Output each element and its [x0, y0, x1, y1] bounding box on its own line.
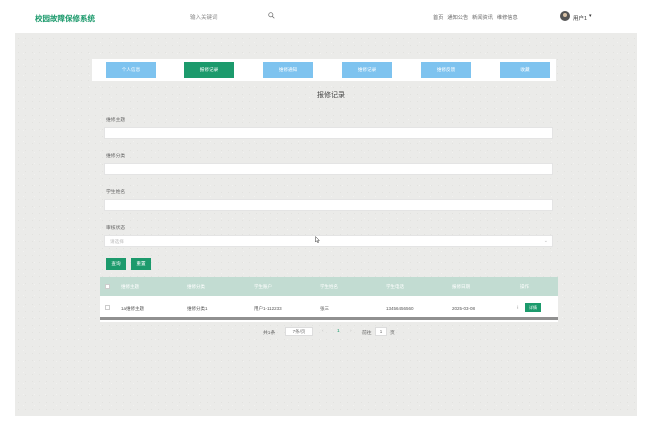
status-select-placeholder: 请选择	[110, 239, 124, 244]
row-checkbox[interactable]	[105, 305, 110, 310]
student-name-label: 学生姓名	[106, 190, 126, 195]
search-input[interactable]: 输入关键词	[190, 13, 218, 21]
select-all-checkbox[interactable]	[105, 284, 110, 289]
page-unit: 页	[390, 331, 395, 336]
brand-title[interactable]: 校园故障保修系统	[35, 13, 95, 24]
detail-button[interactable]: 详情	[525, 303, 541, 312]
cell-date: 2025-03-08	[452, 306, 476, 311]
records-table: 维修主题 维修分类 学生账户 学生姓名 学生电话 报修日期 操作 1a维修主题 …	[100, 277, 558, 322]
header-topic: 维修主题	[121, 284, 139, 289]
current-page[interactable]: 1	[337, 329, 340, 334]
header-name: 学生姓名	[320, 284, 338, 289]
tab-repair-notices[interactable]: 维修通知	[263, 62, 313, 78]
chevron-down-icon: ⌄	[543, 238, 548, 244]
header-date: 报修日期	[452, 284, 470, 289]
search-button[interactable]: 查询	[106, 258, 126, 270]
tab-feedback[interactable]: 维修反馈	[421, 62, 471, 78]
avatar[interactable]	[560, 11, 570, 21]
prev-page-icon[interactable]: ‹	[322, 329, 324, 334]
pagination-total: 共1条	[263, 331, 276, 336]
tab-favorites[interactable]: 收藏	[500, 62, 550, 78]
category-label: 维修分类	[106, 154, 126, 159]
cell-phone: 13456456560	[386, 306, 414, 311]
tab-maintenance-records[interactable]: 维修记录	[342, 62, 392, 78]
tab-profile[interactable]: 个人信息	[106, 62, 156, 78]
nav-repair-info[interactable]: 维修信息	[497, 14, 518, 21]
cell-category: 维修分类1	[187, 306, 208, 311]
header-account: 学生账户	[254, 284, 272, 289]
nav-notices[interactable]: 通知公告	[447, 14, 468, 21]
cell-name: 张三	[320, 306, 329, 311]
cell-account: 用户1-112233	[254, 306, 282, 311]
top-bar	[15, 0, 637, 33]
goto-label: 前往	[362, 331, 372, 336]
category-input[interactable]	[104, 163, 553, 175]
goto-input[interactable]: 1	[375, 327, 387, 336]
goto-value: 1	[379, 329, 383, 334]
horizontal-scrollbar[interactable]	[100, 317, 558, 320]
username[interactable]: 用户1	[573, 14, 587, 22]
student-name-input[interactable]	[104, 199, 553, 211]
header-action: 操作	[520, 284, 529, 289]
tab-repair-records[interactable]: 报修记录	[184, 62, 234, 78]
chevron-down-icon[interactable]: ▾	[589, 13, 592, 19]
page-size-select[interactable]: 7条/页	[285, 327, 313, 336]
table-header: 维修主题 维修分类 学生账户 学生姓名 学生电话 报修日期 操作	[100, 277, 558, 296]
row-menu-icon[interactable]: ⁝	[517, 305, 519, 311]
mouse-cursor-icon	[315, 236, 320, 243]
topic-input[interactable]	[104, 127, 553, 139]
next-page-icon[interactable]: ›	[350, 329, 352, 334]
tab-bar: 个人信息 报修记录 维修通知 维修记录 维修反馈 收藏	[92, 59, 556, 81]
status-label: 审核状态	[106, 226, 126, 231]
header-phone: 学生电话	[386, 284, 404, 289]
topic-label: 维修主题	[106, 118, 126, 123]
reset-button[interactable]: 重置	[131, 258, 151, 270]
page-title: 报修记录	[317, 92, 345, 99]
cell-topic: 1a维修主题	[121, 306, 145, 311]
top-nav: 首页 通知公告 新闻资讯 维修信息	[433, 14, 518, 21]
search-icon[interactable]	[268, 12, 275, 19]
page-size-value: 7条/页	[292, 328, 306, 334]
nav-home[interactable]: 首页	[433, 14, 443, 21]
nav-news[interactable]: 新闻资讯	[472, 14, 493, 21]
status-select[interactable]: 请选择 ⌄	[104, 235, 553, 247]
header-category: 维修分类	[187, 284, 205, 289]
